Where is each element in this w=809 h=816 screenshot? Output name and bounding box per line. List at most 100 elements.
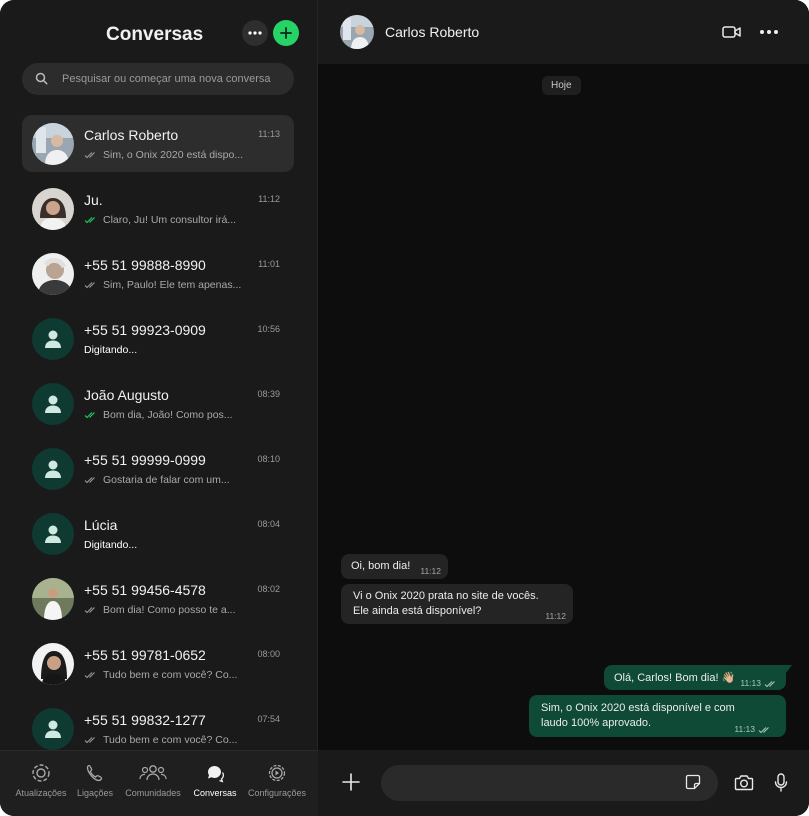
- chat-preview-text: Tudo bem e com você? Co...: [103, 734, 238, 746]
- message-bubble-outgoing[interactable]: Sim, o Onix 2020 está disponível e com l…: [529, 695, 786, 737]
- chat-list-item[interactable]: +55 51 99999-0999 08:10 Gostaria de falar …: [22, 440, 294, 505]
- chat-list-item[interactable]: Ju. 11:12 Claro, Ju! Um consultor irá...: [22, 180, 294, 245]
- plus-icon: [280, 27, 292, 39]
- new-chat-button[interactable]: [273, 20, 299, 46]
- default-user-icon: [45, 720, 61, 738]
- chat-list-item[interactable]: +55 51 99781-0652 08:00 Tudo bem e com voc…: [22, 635, 294, 700]
- camera-button[interactable]: [734, 774, 754, 796]
- nav-communities[interactable]: Comunidades: [122, 763, 184, 798]
- video-camera-icon: [722, 26, 741, 38]
- app-window: Conversas Carlos Roberto 11:13 Sim, o Onix…: [0, 0, 809, 816]
- chat-avatar: [32, 123, 74, 165]
- message-bubble-incoming[interactable]: Oi, bom dia! 11:12: [341, 554, 448, 579]
- chat-preview: Sim, Paulo! Ele tem apenas...: [84, 279, 241, 291]
- chat-time: 10:56: [257, 324, 280, 334]
- chat-preview-text: Gostaria de falar com um...: [103, 474, 230, 486]
- contact-photo-icon: [32, 253, 74, 295]
- sticker-icon: [685, 774, 701, 790]
- double-check-icon: [758, 726, 769, 733]
- more-options-button[interactable]: [242, 20, 268, 46]
- message-text-line: Sim, o Onix 2020 está disponível e com: [541, 702, 735, 714]
- chat-name: Lúcia: [84, 517, 118, 533]
- plus-icon: [342, 773, 360, 791]
- chat-preview-text: Claro, Ju! Um consultor irá...: [103, 214, 237, 226]
- nav-updates-label: Atualizações: [15, 788, 67, 798]
- sidebar: Conversas Carlos Roberto 11:13 Sim, o Onix…: [0, 0, 318, 816]
- chat-time: 08:39: [257, 389, 280, 399]
- message-input[interactable]: [395, 765, 675, 801]
- chat-time: 08:04: [257, 519, 280, 529]
- date-separator: Hoje: [542, 76, 581, 95]
- chat-preview-text: Bom dia, João! Como pos...: [103, 409, 233, 421]
- search-input[interactable]: [62, 63, 287, 95]
- video-call-button[interactable]: [722, 24, 742, 45]
- message-text-line: Ele ainda está disponível?: [353, 605, 482, 617]
- chat-name: Carlos Roberto: [84, 127, 179, 143]
- sidebar-header: Conversas: [0, 0, 318, 64]
- chat-list-item[interactable]: +55 51 99888-8990 11:01 Sim, Paulo! Ele te…: [22, 245, 294, 310]
- contact-photo-icon: [340, 15, 374, 49]
- chat-list: Carlos Roberto 11:13 Sim, o Onix 2020 está…: [22, 115, 294, 765]
- message-time: 11:13: [740, 678, 761, 688]
- message-text: Olá, Carlos! Bom dia! 👋🏼: [614, 672, 736, 684]
- chat-preview: Claro, Ju! Um consultor irá...: [84, 214, 236, 226]
- message-time: 11:12: [545, 611, 566, 621]
- contact-avatar[interactable]: [340, 15, 374, 49]
- chat-list-item[interactable]: Carlos Roberto 11:13 Sim, o Onix 2020 está…: [22, 115, 294, 172]
- chats-icon: [208, 766, 225, 783]
- nav-updates[interactable]: Atualizações: [10, 763, 72, 798]
- chat-name: Ju.: [84, 192, 103, 208]
- microphone-button[interactable]: [774, 773, 788, 797]
- chat-avatar: [32, 383, 74, 425]
- contact-name[interactable]: Carlos Roberto: [385, 24, 479, 40]
- chat-preview: Digitando...: [84, 344, 137, 356]
- nav-settings[interactable]: Configurações: [246, 763, 308, 798]
- chat-list-item[interactable]: João Augusto 08:39 Bom dia, João! Como pos…: [22, 375, 294, 440]
- chat-time: 11:13: [258, 129, 280, 139]
- chat-avatar: [32, 708, 74, 750]
- nav-settings-label: Configurações: [247, 788, 307, 798]
- message-bubble-outgoing[interactable]: Olá, Carlos! Bom dia! 👋🏼 11:13: [604, 665, 786, 690]
- communities-icon: [139, 765, 167, 781]
- chat-list-item[interactable]: +55 51 99456-4578 08:02 Bom dia! Como poss…: [22, 570, 294, 635]
- more-horizontal-icon: [248, 31, 262, 35]
- double-check-icon: [764, 680, 775, 687]
- chat-time: 08:10: [257, 454, 280, 464]
- chat-list-item[interactable]: +55 51 99923-0909 10:56 Digitando...: [22, 310, 294, 375]
- chat-name: +55 51 99923-0909: [84, 322, 206, 338]
- nav-communities-label: Comunidades: [125, 788, 181, 798]
- nav-chats[interactable]: Conversas: [184, 763, 246, 798]
- phone-icon: [86, 764, 103, 782]
- bubble-tail: [786, 665, 792, 673]
- nav-calls[interactable]: Ligações: [64, 763, 126, 798]
- chat-avatar: [32, 578, 74, 620]
- chat-name: +55 51 99999-0999: [84, 452, 206, 468]
- contact-photo-icon: [32, 123, 74, 165]
- chat-avatar: [32, 318, 74, 360]
- chat-preview-text: Digitando...: [84, 539, 138, 551]
- default-user-icon: [45, 395, 61, 413]
- chat-list-item[interactable]: Lúcia 08:04 Digitando...: [22, 505, 294, 570]
- double-check-icon: [84, 412, 95, 419]
- chat-preview: Sim, o Onix 2020 está dispo...: [84, 149, 243, 161]
- chat-time: 11:01: [258, 259, 280, 269]
- message-time: 11:12: [420, 566, 441, 576]
- conversation-menu-button[interactable]: [759, 23, 779, 46]
- nav-chats-label: Conversas: [193, 788, 237, 798]
- chat-preview: Tudo bem e com você? Co...: [84, 669, 237, 681]
- message-bubble-incoming[interactable]: Vi o Onix 2020 prata no site de vocês. E…: [341, 584, 573, 624]
- search-bar[interactable]: [22, 63, 294, 95]
- double-check-icon: [84, 737, 95, 744]
- chat-time: 08:00: [257, 649, 280, 659]
- chat-preview-text: Digitando...: [84, 344, 138, 356]
- chat-name: +55 51 99456-4578: [84, 582, 206, 598]
- sidebar-title: Conversas: [106, 24, 204, 45]
- message-input-box[interactable]: [381, 765, 718, 801]
- double-check-icon: [84, 477, 95, 484]
- updates-icon: [32, 764, 50, 782]
- double-check-icon: [84, 152, 95, 159]
- chat-avatar: [32, 448, 74, 490]
- attach-button[interactable]: [340, 771, 362, 798]
- chat-preview-text: Tudo bem e com você? Co...: [103, 669, 238, 681]
- sticker-button[interactable]: [685, 774, 701, 795]
